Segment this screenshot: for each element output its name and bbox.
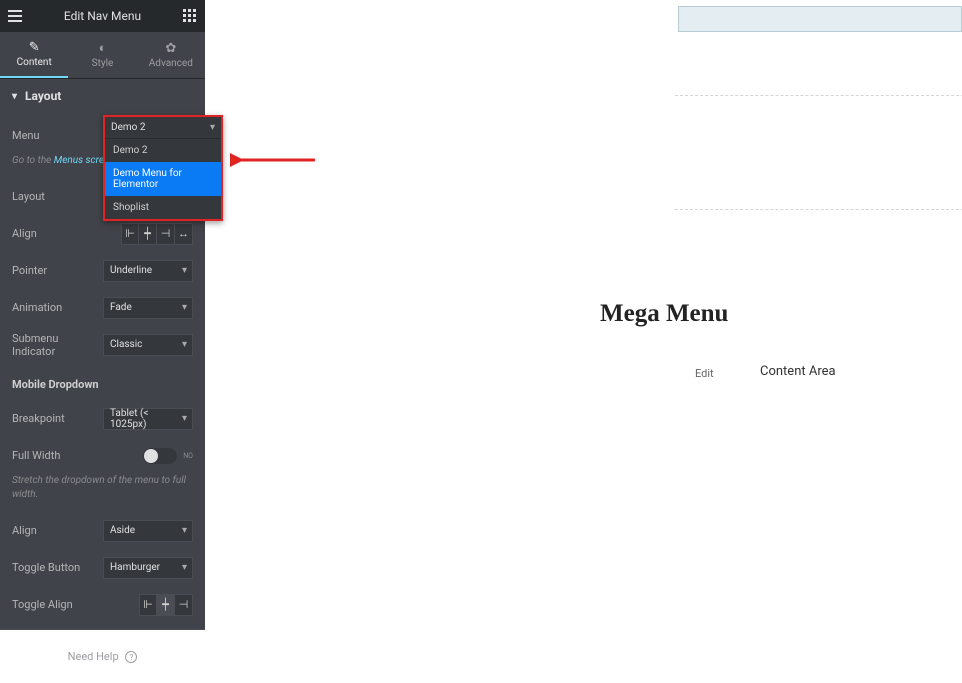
tab-style-label: Style [92,58,114,69]
contrast-icon: ◐ [99,42,107,55]
align-right-button[interactable]: ⊣ [157,223,175,245]
pointer-label: Pointer [12,264,103,277]
toggle-align-center-button[interactable]: ┿ [157,594,175,616]
menu-option-demo-elementor[interactable]: Demo Menu for Elementor [105,162,221,196]
edit-link[interactable]: Edit [695,367,714,380]
preview-header-box[interactable] [678,6,962,32]
breakpoint-label: Breakpoint [12,412,103,425]
full-width-toggle-value: NO [183,452,193,460]
menu-option-demo2[interactable]: Demo 2 [105,139,221,162]
panel-footer: Need Help ? [0,630,205,683]
menu-dropdown-selected[interactable]: Demo 2 [105,117,221,139]
preview-canvas: Mega Menu Edit Content Area [205,0,962,582]
toggle-align-left-button[interactable]: ⊩ [139,594,157,616]
need-help-link[interactable]: Need Help [68,650,119,663]
toggle-align-choices: ⊩ ┿ ⊣ [139,594,193,616]
toggle-align-label: Toggle Align [12,598,139,611]
menu-label: Menu [12,129,103,142]
breakpoint-select[interactable]: Tablet (< 1025px) [103,408,193,430]
tab-advanced[interactable]: ✿ Advanced [137,32,205,78]
mobile-dropdown-title: Mobile Dropdown [12,378,193,391]
full-width-help: Stretch the dropdown of the menu to full… [12,470,193,508]
full-width-label: Full Width [12,449,143,462]
pointer-select[interactable]: Underline [103,260,193,282]
align-left-button[interactable]: ⊩ [121,223,139,245]
tab-content[interactable]: ✎ Content [0,32,68,78]
full-width-toggle[interactable] [143,448,177,464]
apps-icon[interactable] [175,9,205,23]
menu-dropdown-open: Demo 2 Demo 2 Demo Menu for Elementor Sh… [103,115,223,221]
tab-advanced-label: Advanced [149,58,193,69]
mega-menu-heading: Mega Menu [600,300,728,328]
animation-select[interactable]: Fade [103,297,193,319]
align-label: Align [12,227,121,240]
section-layout-title: Layout [25,89,61,103]
panel-title: Edit Nav Menu [30,9,175,23]
preview-section-placeholder[interactable] [675,95,962,210]
submenu-indicator-label: Submenu Indicator [12,332,103,358]
align-center-button[interactable]: ┿ [139,223,157,245]
submenu-indicator-select[interactable]: Classic [103,334,193,356]
submenu-select-value: Classic [110,339,142,350]
animation-select-value: Fade [110,302,132,313]
gear-icon: ✿ [165,42,176,55]
hamburger-icon[interactable] [0,0,30,32]
animation-label: Animation [12,301,103,314]
toggle-button-label: Toggle Button [12,561,103,574]
tab-content-label: Content [17,57,52,68]
align-justify-button[interactable]: ↔ [175,223,193,245]
toggle-button-value: Hamburger [110,562,160,573]
toggle-button-select[interactable]: Hamburger [103,557,193,579]
mobile-align-value: Aside [110,525,135,536]
panel-header: Edit Nav Menu [0,0,205,32]
pencil-icon: ✎ [29,41,40,54]
breakpoint-select-value: Tablet (< 1025px) [110,408,174,430]
content-area-label: Content Area [760,364,836,379]
toggle-align-right-button[interactable]: ⊣ [175,594,193,616]
align-choices: ⊩ ┿ ⊣ ↔ [121,223,193,245]
layout-label: Layout [12,190,103,203]
help-icon[interactable]: ? [125,651,137,663]
caret-down-icon: ▾ [12,91,17,102]
pointer-select-value: Underline [110,265,152,276]
panel-tabs: ✎ Content ◐ Style ✿ Advanced [0,32,205,79]
mobile-align-select[interactable]: Aside [103,520,193,542]
editor-panel: Edit Nav Menu ✎ Content ◐ Style ✿ Advanc… [0,0,205,582]
menu-option-shoplist[interactable]: Shoplist [105,196,221,219]
tab-style[interactable]: ◐ Style [68,32,136,78]
section-layout-header[interactable]: ▾ Layout [0,79,205,113]
mobile-align-label: Align [12,524,103,537]
